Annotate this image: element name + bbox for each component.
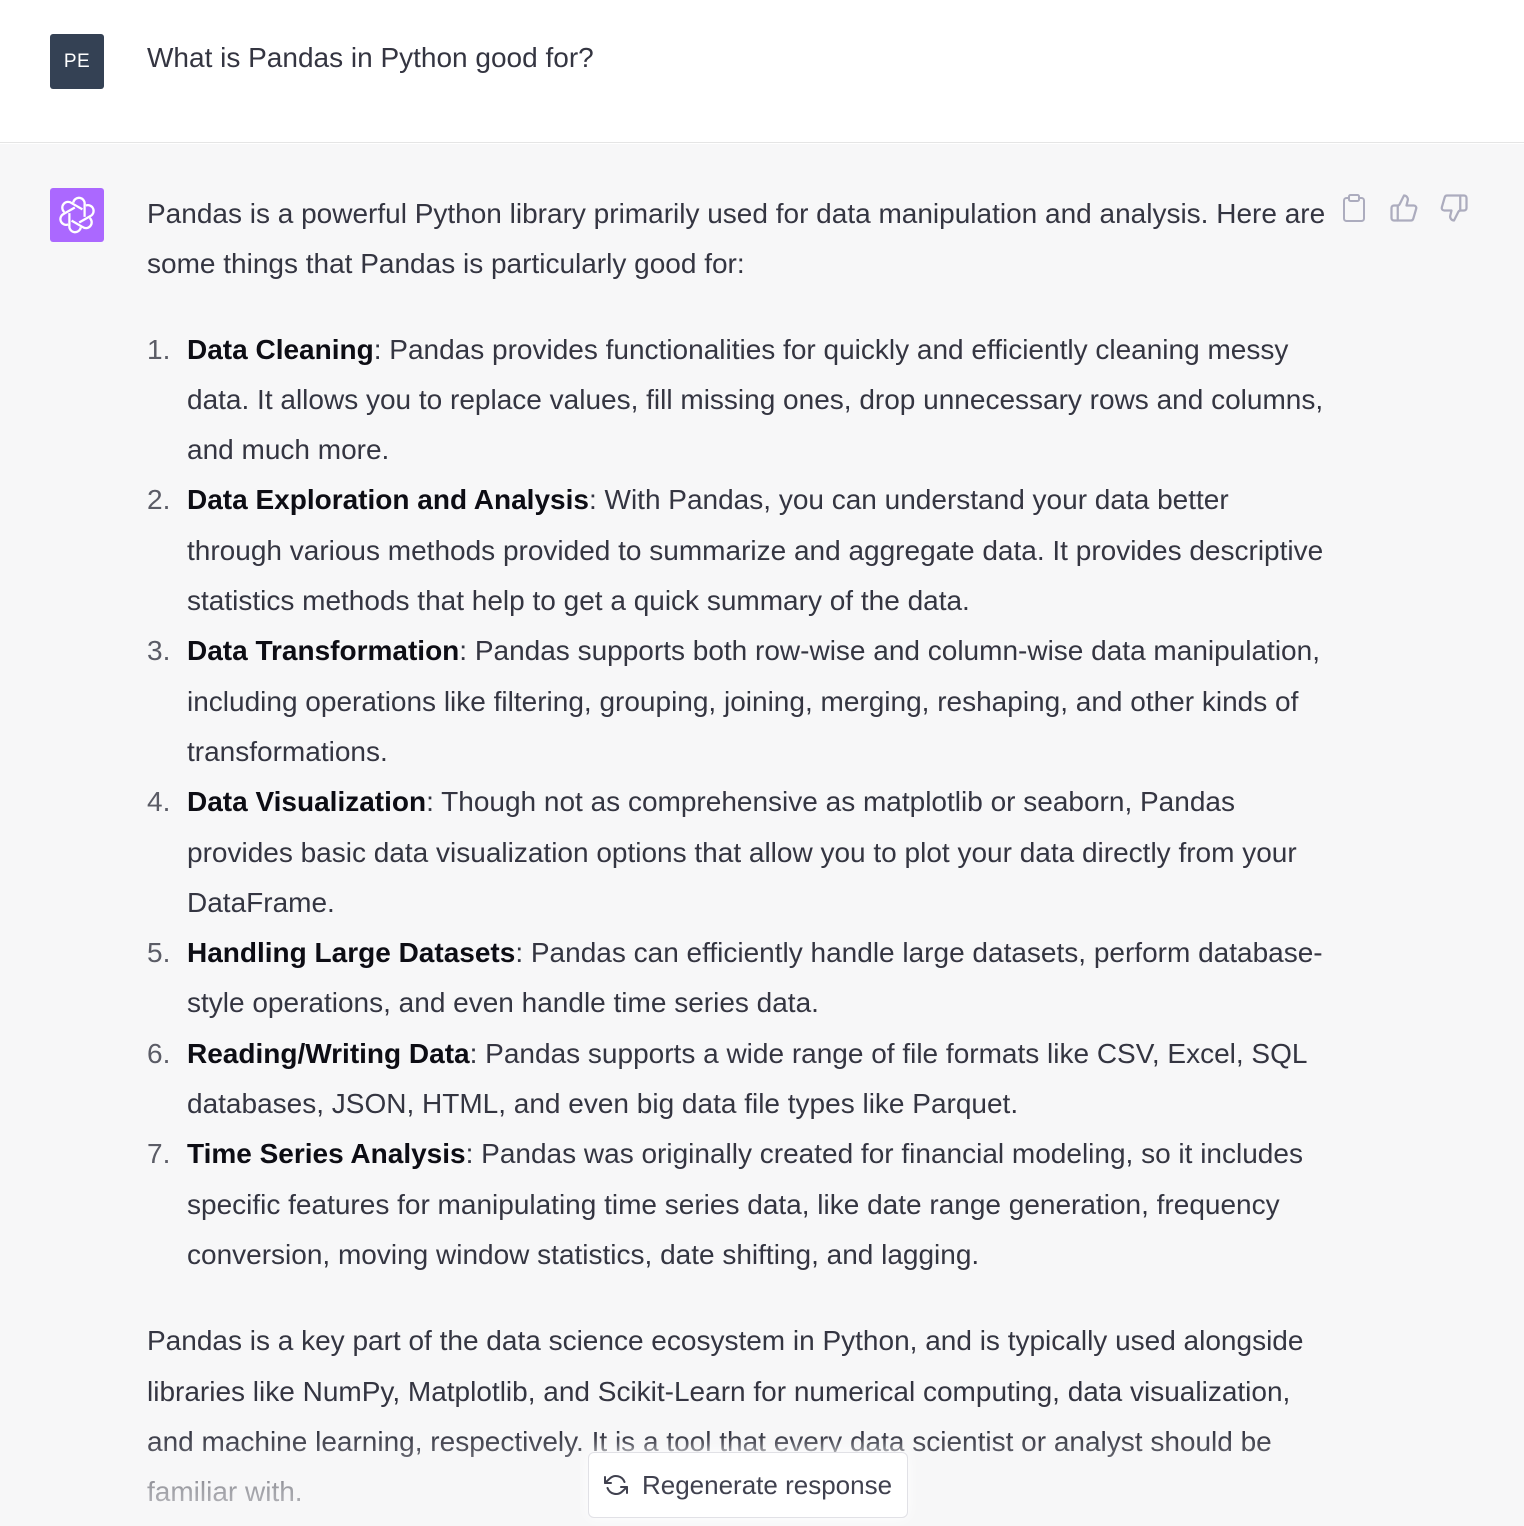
list-item: 7. Time Series Analysis: Pandas was origi… (147, 1129, 1327, 1280)
list-item: 5. Handling Large Datasets: Pandas can ef… (147, 928, 1327, 1029)
list-item: 4. Data Visualization: Though not as comp… (147, 777, 1327, 928)
refresh-icon (603, 1475, 628, 1495)
message-actions (1338, 192, 1470, 224)
clipboard-icon (1343, 194, 1365, 222)
user-message-text: What is Pandas in Python good for? (147, 42, 594, 73)
user-avatar-initials: PE (63, 50, 91, 72)
list-item-number: 4. (147, 786, 171, 818)
list-item-title: Reading/Writing Data (187, 1037, 470, 1069)
list-item-number: 5. (147, 937, 171, 969)
list-item-number: 7. (147, 1138, 171, 1170)
list-item-title: Data Cleaning (187, 333, 374, 365)
list-item-number: 1. (147, 333, 171, 365)
list-item-title: Handling Large Datasets (187, 937, 516, 969)
assistant-avatar (50, 188, 104, 242)
assistant-intro: Pandas is a powerful Python library prim… (147, 198, 1326, 280)
assistant-message-row: Pandas is a powerful Python library prim… (0, 144, 1524, 1526)
assistant-message-content: Pandas is a powerful Python library prim… (147, 189, 1327, 1517)
user-avatar: PE (50, 34, 104, 89)
regenerate-label: Regenerate response (641, 1469, 893, 1500)
thumbs-down-icon (1440, 194, 1468, 222)
list-item-title: Data Exploration and Analysis (187, 484, 589, 516)
openai-logo-icon (59, 196, 95, 234)
regenerate-response-button[interactable]: Regenerate response (588, 1452, 908, 1518)
thumbs-up-button[interactable] (1388, 192, 1420, 224)
thumbs-up-icon (1390, 194, 1418, 222)
list-item: 1. Data Cleaning: Pandas provides functio… (147, 325, 1327, 476)
list-item: 2. Data Exploration and Analysis: With Pa… (147, 475, 1327, 626)
list-item-number: 3. (147, 635, 171, 667)
list-item: 3. Data Transformation: Pandas supports b… (147, 626, 1327, 777)
copy-button[interactable] (1338, 192, 1370, 224)
user-message-row: PE What is Pandas in Python good for? (0, 0, 1524, 143)
list-item-title: Data Transformation (187, 635, 460, 667)
list-item-number: 2. (147, 484, 171, 516)
thumbs-down-button[interactable] (1438, 192, 1470, 224)
list-item-number: 6. (147, 1037, 171, 1069)
list-item-title: Data Visualization (187, 786, 427, 818)
feature-list: 1. Data Cleaning: Pandas provides functio… (147, 325, 1327, 1281)
list-item: 6. Reading/Writing Data: Pandas supports … (147, 1029, 1327, 1130)
list-item-title: Time Series Analysis (187, 1138, 466, 1170)
